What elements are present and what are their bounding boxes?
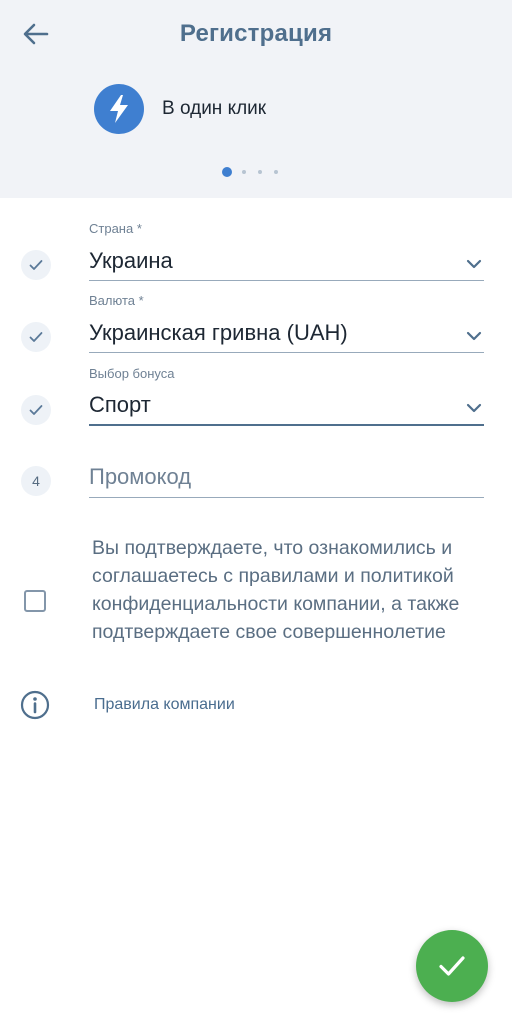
currency-select[interactable]: Украинская гривна (UAH)	[89, 319, 484, 353]
method-label: В один клик	[162, 98, 267, 119]
promo-step-number: 4	[21, 466, 51, 496]
company-rules-link[interactable]: Правила компании	[94, 696, 235, 714]
check-icon	[29, 405, 43, 415]
check-icon	[29, 332, 43, 342]
bonus-select[interactable]: Спорт	[89, 392, 484, 426]
check-icon	[439, 956, 465, 976]
registration-screen: Регистрация В один клик Страна * Украина	[0, 0, 512, 1024]
registration-method-one-click[interactable]: В один клик	[94, 84, 266, 134]
lightning-icon	[94, 84, 144, 134]
chevron-down-icon	[466, 259, 482, 269]
chevron-down-icon	[466, 331, 482, 341]
bonus-status-check	[21, 395, 51, 425]
pager-dot[interactable]	[242, 170, 246, 174]
country-select[interactable]: Украина	[89, 247, 484, 281]
bonus-value: Спорт	[89, 392, 151, 417]
check-icon	[29, 260, 43, 270]
pager-dot[interactable]	[258, 170, 262, 174]
currency-label: Валюта *	[89, 293, 144, 308]
page-title: Регистрация	[179, 20, 333, 47]
country-label: Страна *	[89, 221, 142, 236]
promo-code-input[interactable]	[89, 462, 484, 498]
currency-status-check	[21, 322, 51, 352]
header: Регистрация В один клик	[0, 0, 512, 198]
agreement-text: Вы подтверждаете, что ознакомились и сог…	[92, 537, 460, 643]
pager-dot-active[interactable]	[222, 167, 232, 177]
pager-dot[interactable]	[274, 170, 278, 174]
chevron-down-icon	[466, 403, 482, 413]
pager-dots	[222, 166, 290, 178]
country-value: Украина	[89, 248, 173, 273]
submit-button[interactable]	[416, 930, 488, 1002]
country-status-check	[21, 250, 51, 280]
info-icon	[20, 690, 50, 720]
agreement-checkbox[interactable]	[24, 590, 46, 612]
currency-value: Украинская гривна (UAH)	[89, 320, 348, 345]
bonus-label: Выбор бонуса	[89, 366, 175, 381]
